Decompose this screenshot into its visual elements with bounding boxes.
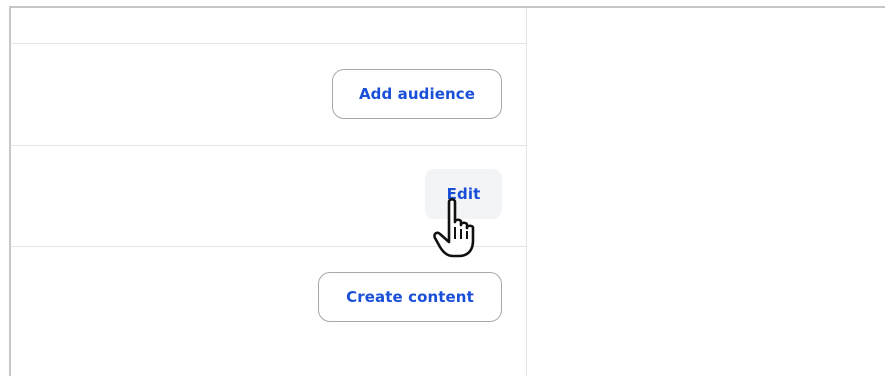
row-divider [11,43,526,44]
screen: Add audience Edit Create content [0,0,885,376]
hand-pointer-icon [433,198,475,258]
create-content-button[interactable]: Create content [318,272,502,322]
add-audience-button[interactable]: Add audience [332,69,502,119]
row-divider [11,145,526,146]
